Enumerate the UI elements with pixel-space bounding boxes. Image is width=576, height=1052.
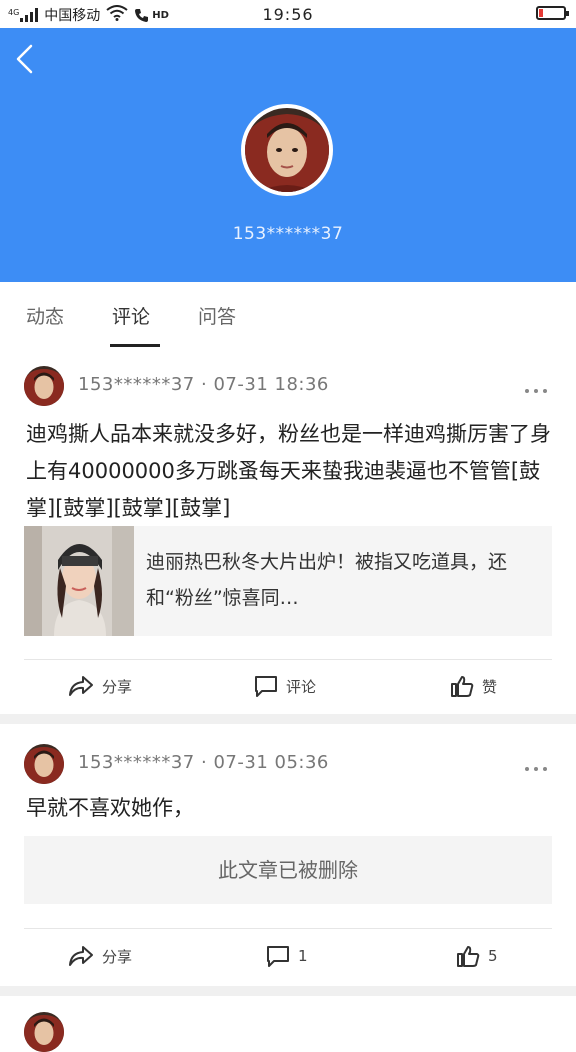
avatar[interactable] [24, 744, 64, 784]
active-tab-indicator [110, 344, 160, 347]
article-title: 迪丽热巴秋冬大片出炉！被指又吃道具，还和“粉丝”惊喜同… [146, 551, 508, 609]
comment-meta: 153******37 · 07-31 18:36 [78, 374, 329, 395]
like-button[interactable]: 5 [456, 944, 498, 968]
share-label: 分享 [102, 947, 133, 966]
comment-date: 07-31 05:36 [213, 752, 329, 773]
more-button[interactable] [524, 376, 548, 400]
more-icon [525, 389, 547, 393]
comment-text: 早就不喜欢她作， [26, 796, 194, 820]
section-divider [0, 714, 576, 724]
avatar[interactable] [24, 366, 64, 406]
comment-text: 迪鸡撕人品本来就没多好，粉丝也是一样迪鸡撕厉害了身上有40000000多万跳蚤每… [26, 422, 551, 520]
article-thumbnail [24, 526, 134, 636]
comment-icon [255, 676, 277, 697]
share-icon [69, 676, 93, 696]
more-icon [525, 767, 547, 771]
back-icon [16, 44, 33, 74]
like-label: 赞 [482, 677, 498, 696]
comment-label: 评论 [286, 677, 317, 696]
profile-phone: 153******37 [232, 224, 344, 244]
shared-article-card[interactable]: 迪丽热巴秋冬大片出炉！被指又吃道具，还和“粉丝”惊喜同… [24, 526, 552, 636]
status-bar: 4G 中国移动 HD 19:56 [0, 0, 576, 28]
like-button[interactable]: 赞 [450, 674, 497, 698]
battery-fill [539, 9, 543, 17]
tab-qa[interactable]: 问答 [198, 302, 236, 329]
share-button[interactable]: 分享 [68, 674, 132, 698]
share-label: 分享 [102, 677, 133, 696]
profile-header: 153******37 [0, 28, 576, 282]
comment-meta: 153******37 · 07-31 05:36 [78, 752, 329, 773]
like-count: 5 [488, 947, 498, 965]
more-button[interactable] [524, 754, 548, 778]
action-divider [24, 928, 552, 929]
back-button[interactable] [14, 44, 36, 74]
comment-button[interactable]: 评论 [254, 674, 316, 698]
deleted-article-notice: 此文章已被删除 [24, 836, 552, 904]
meta-separator: · [201, 374, 208, 395]
comment-icon [267, 946, 289, 967]
share-button[interactable]: 分享 [68, 944, 132, 968]
status-time: 19:56 [262, 5, 314, 24]
comment-count: 1 [298, 947, 308, 965]
action-divider [24, 659, 552, 660]
section-divider [0, 986, 576, 996]
tab-feed[interactable]: 动态 [26, 302, 64, 329]
tab-comments[interactable]: 评论 [112, 302, 150, 329]
avatar [245, 108, 329, 192]
meta-separator: · [201, 752, 208, 773]
comment-date: 07-31 18:36 [213, 374, 329, 395]
avatar[interactable] [24, 1012, 64, 1052]
profile-avatar[interactable] [241, 104, 333, 196]
comment-button[interactable]: 1 [266, 944, 308, 968]
like-icon [457, 946, 480, 967]
tabs-spacer [0, 348, 576, 356]
comment-author[interactable]: 153******37 [78, 374, 195, 395]
share-icon [69, 946, 93, 966]
like-icon [451, 676, 474, 697]
comment-author[interactable]: 153******37 [78, 752, 195, 773]
battery-icon [536, 6, 569, 20]
tab-bar: 动态 评论 问答 [0, 282, 576, 348]
